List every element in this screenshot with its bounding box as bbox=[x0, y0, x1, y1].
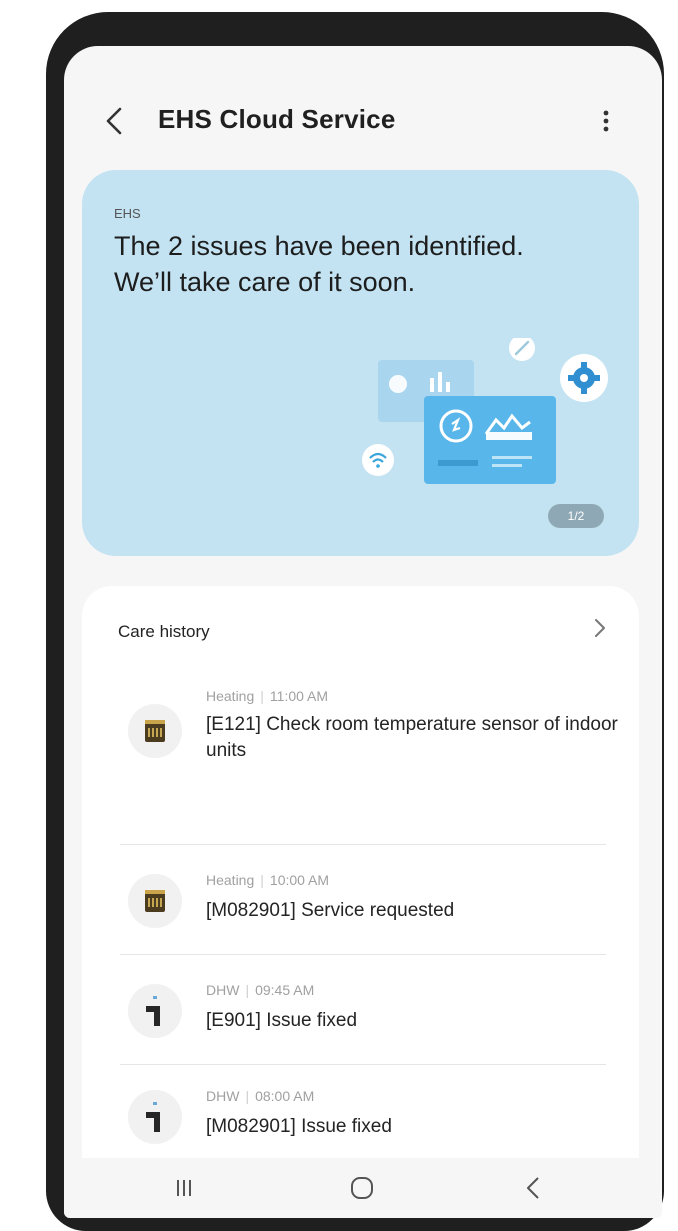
history-item[interactable]: Heating | 11:00 AM [E121] Check room tempe… bbox=[82, 674, 639, 782]
banner-tag: EHS bbox=[114, 206, 141, 221]
history-item[interactable]: DHW | 09:45 AM [E901] Issue fixed bbox=[82, 964, 639, 1072]
recent-apps-icon bbox=[177, 1180, 191, 1196]
system-navigation-bar bbox=[64, 1158, 662, 1218]
page-title: EHS Cloud Service bbox=[158, 104, 396, 134]
back-icon bbox=[527, 1177, 539, 1199]
history-item-meta: Heating | 11:00 AM bbox=[206, 688, 329, 704]
history-item-meta: Heating | 10:00 AM bbox=[206, 872, 330, 888]
history-item-meta: DHW | 08:00 AM bbox=[206, 1088, 315, 1104]
app-screen: EHS Cloud Service EHS The 2 issues have … bbox=[64, 46, 662, 1218]
cloud-service-illustration-icon bbox=[362, 338, 608, 484]
divider bbox=[120, 844, 606, 845]
more-options-button[interactable] bbox=[594, 104, 618, 138]
status-banner[interactable]: EHS The 2 issues have been identified. W… bbox=[82, 170, 639, 556]
history-item[interactable]: Heating | 10:00 AM [M082901] Service reque… bbox=[82, 856, 639, 964]
home-button[interactable] bbox=[342, 1170, 382, 1206]
home-icon bbox=[351, 1177, 373, 1199]
history-item-category: Heating bbox=[206, 872, 255, 888]
heating-icon bbox=[128, 874, 182, 928]
divider bbox=[120, 1064, 606, 1065]
banner-message: The 2 issues have been identified. We’ll… bbox=[114, 231, 524, 297]
history-item-message: [E901] Issue fixed bbox=[206, 1010, 358, 1031]
history-item-time: 10:00 AM bbox=[269, 872, 330, 888]
back-button[interactable] bbox=[100, 104, 130, 138]
history-item-category: DHW bbox=[206, 1088, 240, 1104]
history-item-time: 11:00 AM bbox=[269, 688, 329, 704]
chevron-right-icon bbox=[595, 619, 605, 637]
more-vertical-icon bbox=[603, 110, 609, 132]
app-header: EHS Cloud Service bbox=[64, 96, 662, 144]
water-tap-icon bbox=[128, 1090, 182, 1144]
history-item-message: [E121] Check room temperature sensor of … bbox=[206, 714, 618, 761]
page-indicator-badge: 1/2 bbox=[548, 504, 604, 528]
history-item-message: [M082901] Service requested bbox=[206, 900, 455, 921]
history-item-meta: DHW | 09:45 AM bbox=[206, 982, 315, 998]
history-item-category: Heating bbox=[206, 688, 255, 704]
chevron-left-icon bbox=[106, 107, 122, 135]
history-item-time: 09:45 AM bbox=[255, 982, 315, 998]
care-history-card: Care history Heating | 11:00 AM [E121] Che… bbox=[82, 586, 639, 1218]
recent-apps-button[interactable] bbox=[164, 1170, 204, 1206]
water-tap-icon bbox=[128, 984, 182, 1038]
history-item-time: 08:00 AM bbox=[255, 1088, 315, 1104]
history-item-category: DHW bbox=[206, 982, 240, 998]
history-item-message: [M082901] Issue fixed bbox=[206, 1116, 392, 1137]
care-history-title: Care history bbox=[118, 622, 210, 641]
heating-icon bbox=[128, 704, 182, 758]
care-history-more-button[interactable] bbox=[590, 614, 610, 642]
divider bbox=[120, 954, 606, 955]
system-back-button[interactable] bbox=[514, 1170, 554, 1206]
